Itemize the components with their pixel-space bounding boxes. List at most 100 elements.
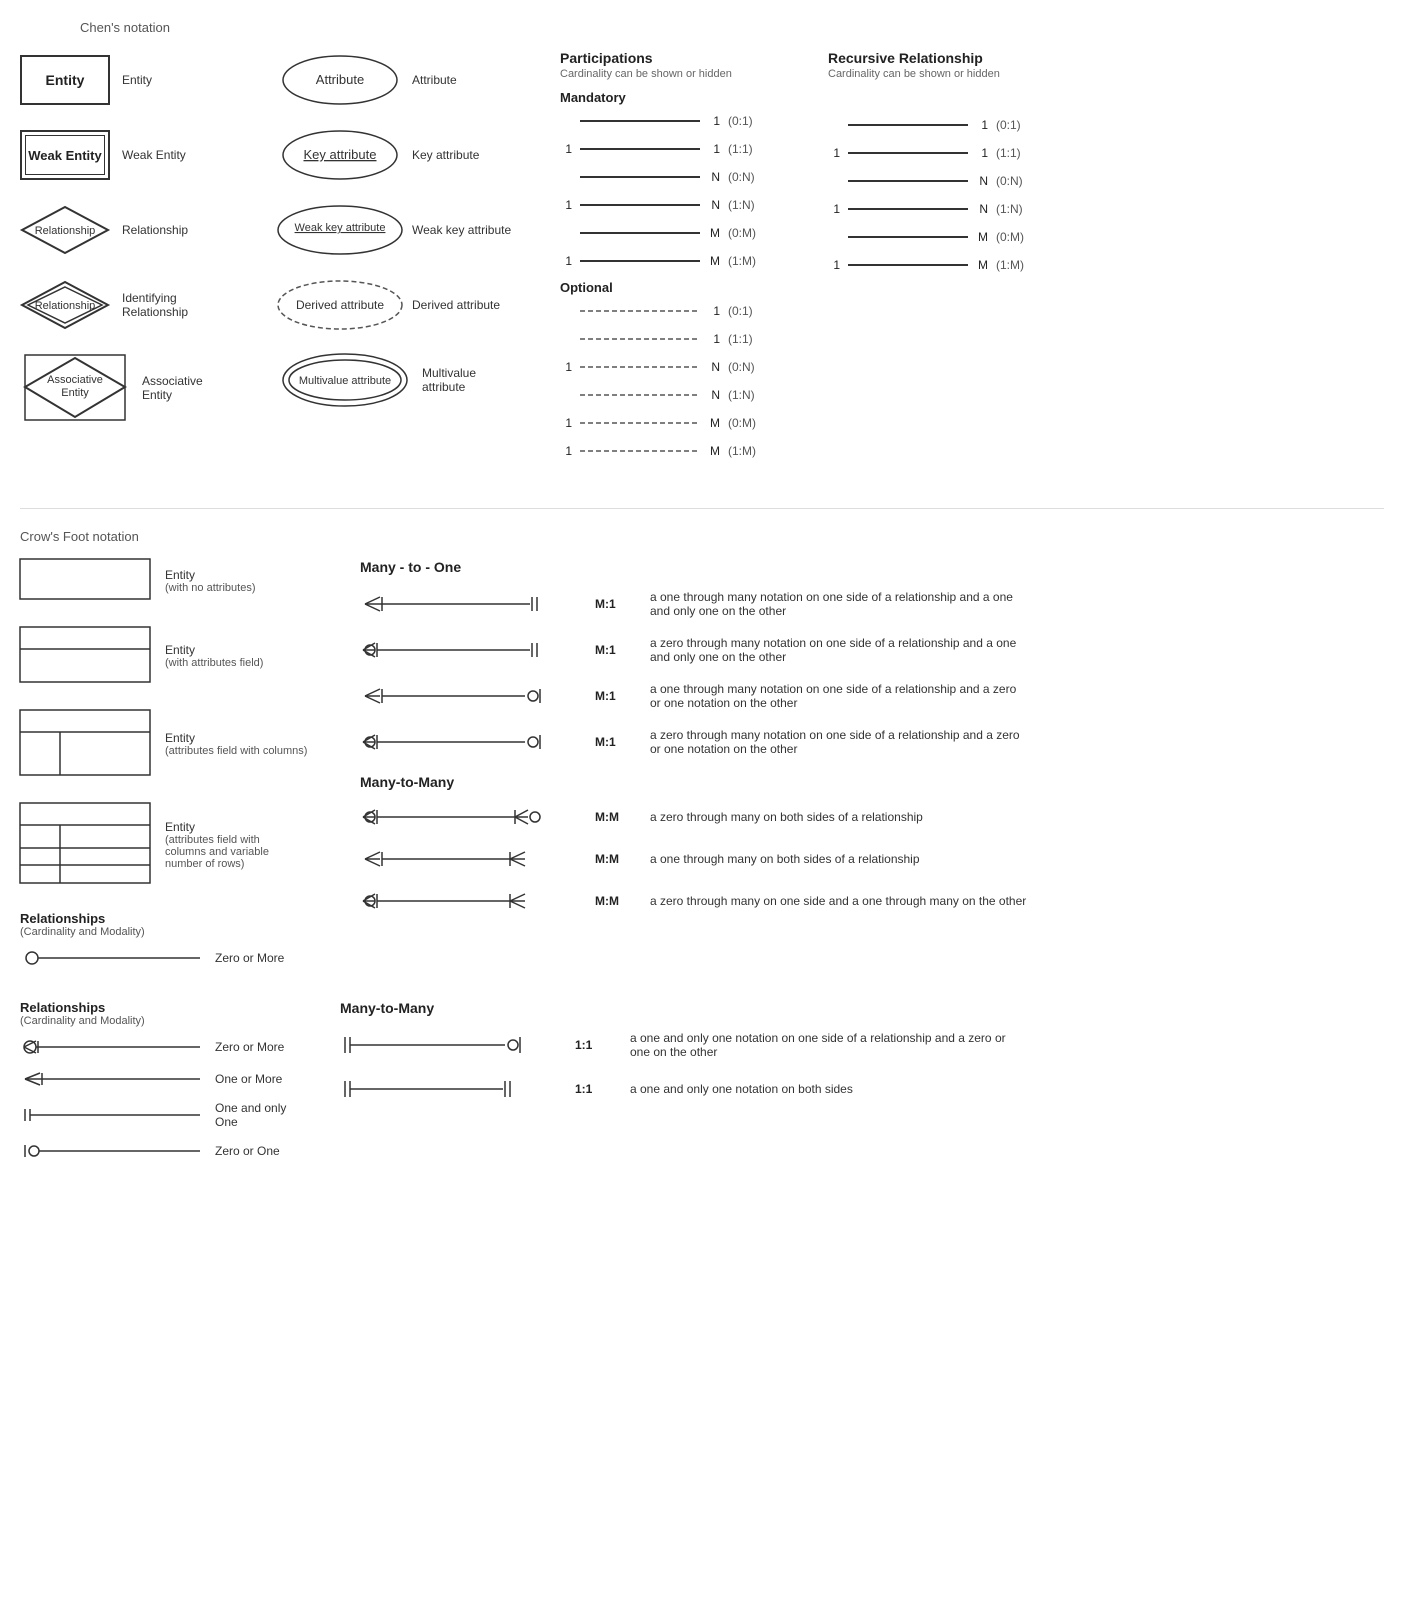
crows-right-col: Many - to - One M:1 a one through many n…	[360, 559, 1384, 980]
legend-one-more-label: One or More	[215, 1072, 282, 1086]
rel-zero-more-svg	[20, 948, 200, 968]
opt-right-1: 1	[708, 332, 720, 346]
associative-entity-shape: Associative Entity	[20, 350, 130, 425]
many-row-1-svg	[360, 638, 580, 662]
opt-row-3: N (1:N)	[560, 384, 768, 406]
rec-right-1: 1	[976, 146, 988, 160]
key-attribute-oval-svg: Key attribute	[280, 128, 400, 183]
legend-zero-one-svg	[20, 1141, 200, 1161]
crows-entity-attrs-label-group: Entity (with attributes field)	[165, 643, 263, 669]
legend-one-only: One and only One	[20, 1101, 300, 1129]
relationships-section: Relationships (Cardinality and Modality)…	[20, 911, 340, 968]
mm-row-2: M:M a zero through many on one side and …	[360, 889, 1384, 913]
many-to-many-title: Many-to-Many	[360, 774, 1384, 790]
entity-row: Entity Entity	[20, 50, 152, 110]
identifying-rel-row: Relationship Identifying Relationship	[20, 275, 220, 335]
rec-line-2	[848, 173, 968, 189]
mand-line-4	[580, 225, 700, 241]
relationship-label: Relationship	[122, 223, 188, 237]
oneone-row-1-desc: a one and only one notation on both side…	[630, 1082, 853, 1096]
crows-left-col: Entity (with no attributes) Entity (with…	[20, 559, 340, 980]
rec-right-4: M	[976, 230, 988, 244]
crows-entity-rows-label: Entity	[165, 820, 285, 834]
rec-row-1: 1 1 (1:1)	[828, 142, 1036, 164]
rec-left-5: 1	[828, 258, 840, 272]
crows-entity-attrs-sublabel: (with attributes field)	[165, 657, 263, 669]
legend-one-only-svg	[20, 1105, 200, 1125]
mand-right-2: N	[708, 170, 720, 184]
legend-zero-more: Zero or More	[20, 1037, 300, 1057]
many-row-1-desc: a zero through many notation on one side…	[650, 636, 1030, 664]
chens-shapes-col: Entity Entity Weak Entity Weak Entity Re…	[20, 50, 220, 468]
associative-entity-label: Associative Entity	[142, 374, 220, 402]
recursive-title: Recursive Relationship	[828, 50, 1036, 66]
optional-title: Optional	[560, 280, 768, 295]
weak-key-attr-label: Weak key attribute	[412, 223, 512, 237]
rec-row-3: 1 N (1:N)	[828, 198, 1036, 220]
opt-right-0: 1	[708, 304, 720, 318]
many-row-3-desc: a zero through many notation on one side…	[650, 728, 1030, 756]
mand-row-2: N (0:N)	[560, 166, 768, 188]
rec-notation-0: (0:1)	[996, 118, 1036, 132]
multivalue-attr-row: Multivalue attribute Multivalue attribut…	[280, 350, 510, 410]
many-row-3-svg	[360, 730, 580, 754]
relationships-title: Relationships	[20, 911, 340, 926]
relationships-subtitle: (Cardinality and Modality)	[20, 926, 340, 938]
key-attribute-oval: Key attribute	[280, 130, 400, 180]
crows-section: Crow's Foot notation Entity (with no att…	[20, 529, 1384, 1173]
oneone-row-0-desc: a one and only one notation on one side …	[630, 1031, 1010, 1059]
derived-attr-label: Derived attribute	[412, 298, 512, 312]
rec-line-0	[848, 117, 968, 133]
weak-entity-shape: Weak Entity	[20, 130, 110, 180]
rec-line-1	[848, 145, 968, 161]
rec-row-0: 1 (0:1)	[828, 114, 1036, 136]
mand-line-0	[580, 113, 700, 129]
legend-one-only-label: One and only One	[215, 1101, 300, 1129]
opt-right-3: N	[708, 388, 720, 402]
crows-entity-attrs-label: Entity	[165, 643, 263, 657]
opt-notation-2: (0:N)	[728, 360, 768, 374]
mand-notation-0: (0:1)	[728, 114, 768, 128]
oneone-row-0-svg	[340, 1033, 560, 1057]
weak-key-attr-oval-svg: Weak key attribute	[275, 203, 405, 258]
chens-section: Chen's notation Entity Entity Weak Entit…	[20, 20, 1384, 468]
opt-left-5: 1	[560, 444, 572, 458]
attribute-label: Attribute	[412, 73, 512, 87]
legend-zero-more-label: Zero or More	[215, 1040, 284, 1054]
rec-notation-3: (1:N)	[996, 202, 1036, 216]
opt-notation-0: (0:1)	[728, 304, 768, 318]
weak-key-attr-row: Weak key attribute Weak key attribute	[280, 200, 510, 260]
rec-notation-4: (0:M)	[996, 230, 1036, 244]
mand-notation-1: (1:1)	[728, 142, 768, 156]
mand-notation-4: (0:M)	[728, 226, 768, 240]
opt-line-1	[580, 331, 700, 347]
legend-zero-one: Zero or One	[20, 1141, 300, 1161]
one-to-one-title: Many-to-Many	[340, 1000, 1384, 1016]
rec-notation-1: (1:1)	[996, 146, 1036, 160]
chens-title: Chen's notation	[80, 20, 1384, 35]
opt-line-4	[580, 415, 700, 431]
rels-title: Relationships	[20, 1000, 300, 1015]
many-row-2-ratio: M:1	[595, 689, 635, 703]
crows-rel-legend: Relationships (Cardinality and Modality)…	[20, 1000, 300, 1173]
crows-entity-attrs-row: Entity (with attributes field)	[20, 627, 340, 685]
opt-line-2	[580, 359, 700, 375]
attribute-oval: Attribute	[280, 55, 400, 105]
rec-row-5: 1 M (1:M)	[828, 254, 1036, 276]
entity-text: Entity	[46, 72, 85, 88]
mand-right-1: 1	[708, 142, 720, 156]
crows-entity-attrs-svg	[20, 627, 150, 682]
identifying-rel-svg: Relationship	[20, 280, 110, 330]
opt-line-3	[580, 387, 700, 403]
opt-notation-3: (1:N)	[728, 388, 768, 402]
rel-zero-more-row: Zero or More	[20, 948, 340, 968]
crows-entity-cols-row: Entity (attributes field with columns)	[20, 710, 340, 778]
crows-entity-cols-svg	[20, 710, 150, 775]
many-to-one-title: Many - to - One	[360, 559, 1384, 575]
rel-zero-more-label: Zero or More	[215, 951, 284, 965]
mm-row-1-ratio: M:M	[595, 852, 635, 866]
oneone-row-1: 1:1 a one and only one notation on both …	[340, 1077, 1384, 1101]
entity-shape: Entity	[20, 55, 110, 105]
opt-right-5: M	[708, 444, 720, 458]
weak-entity-text: Weak Entity	[28, 148, 101, 163]
